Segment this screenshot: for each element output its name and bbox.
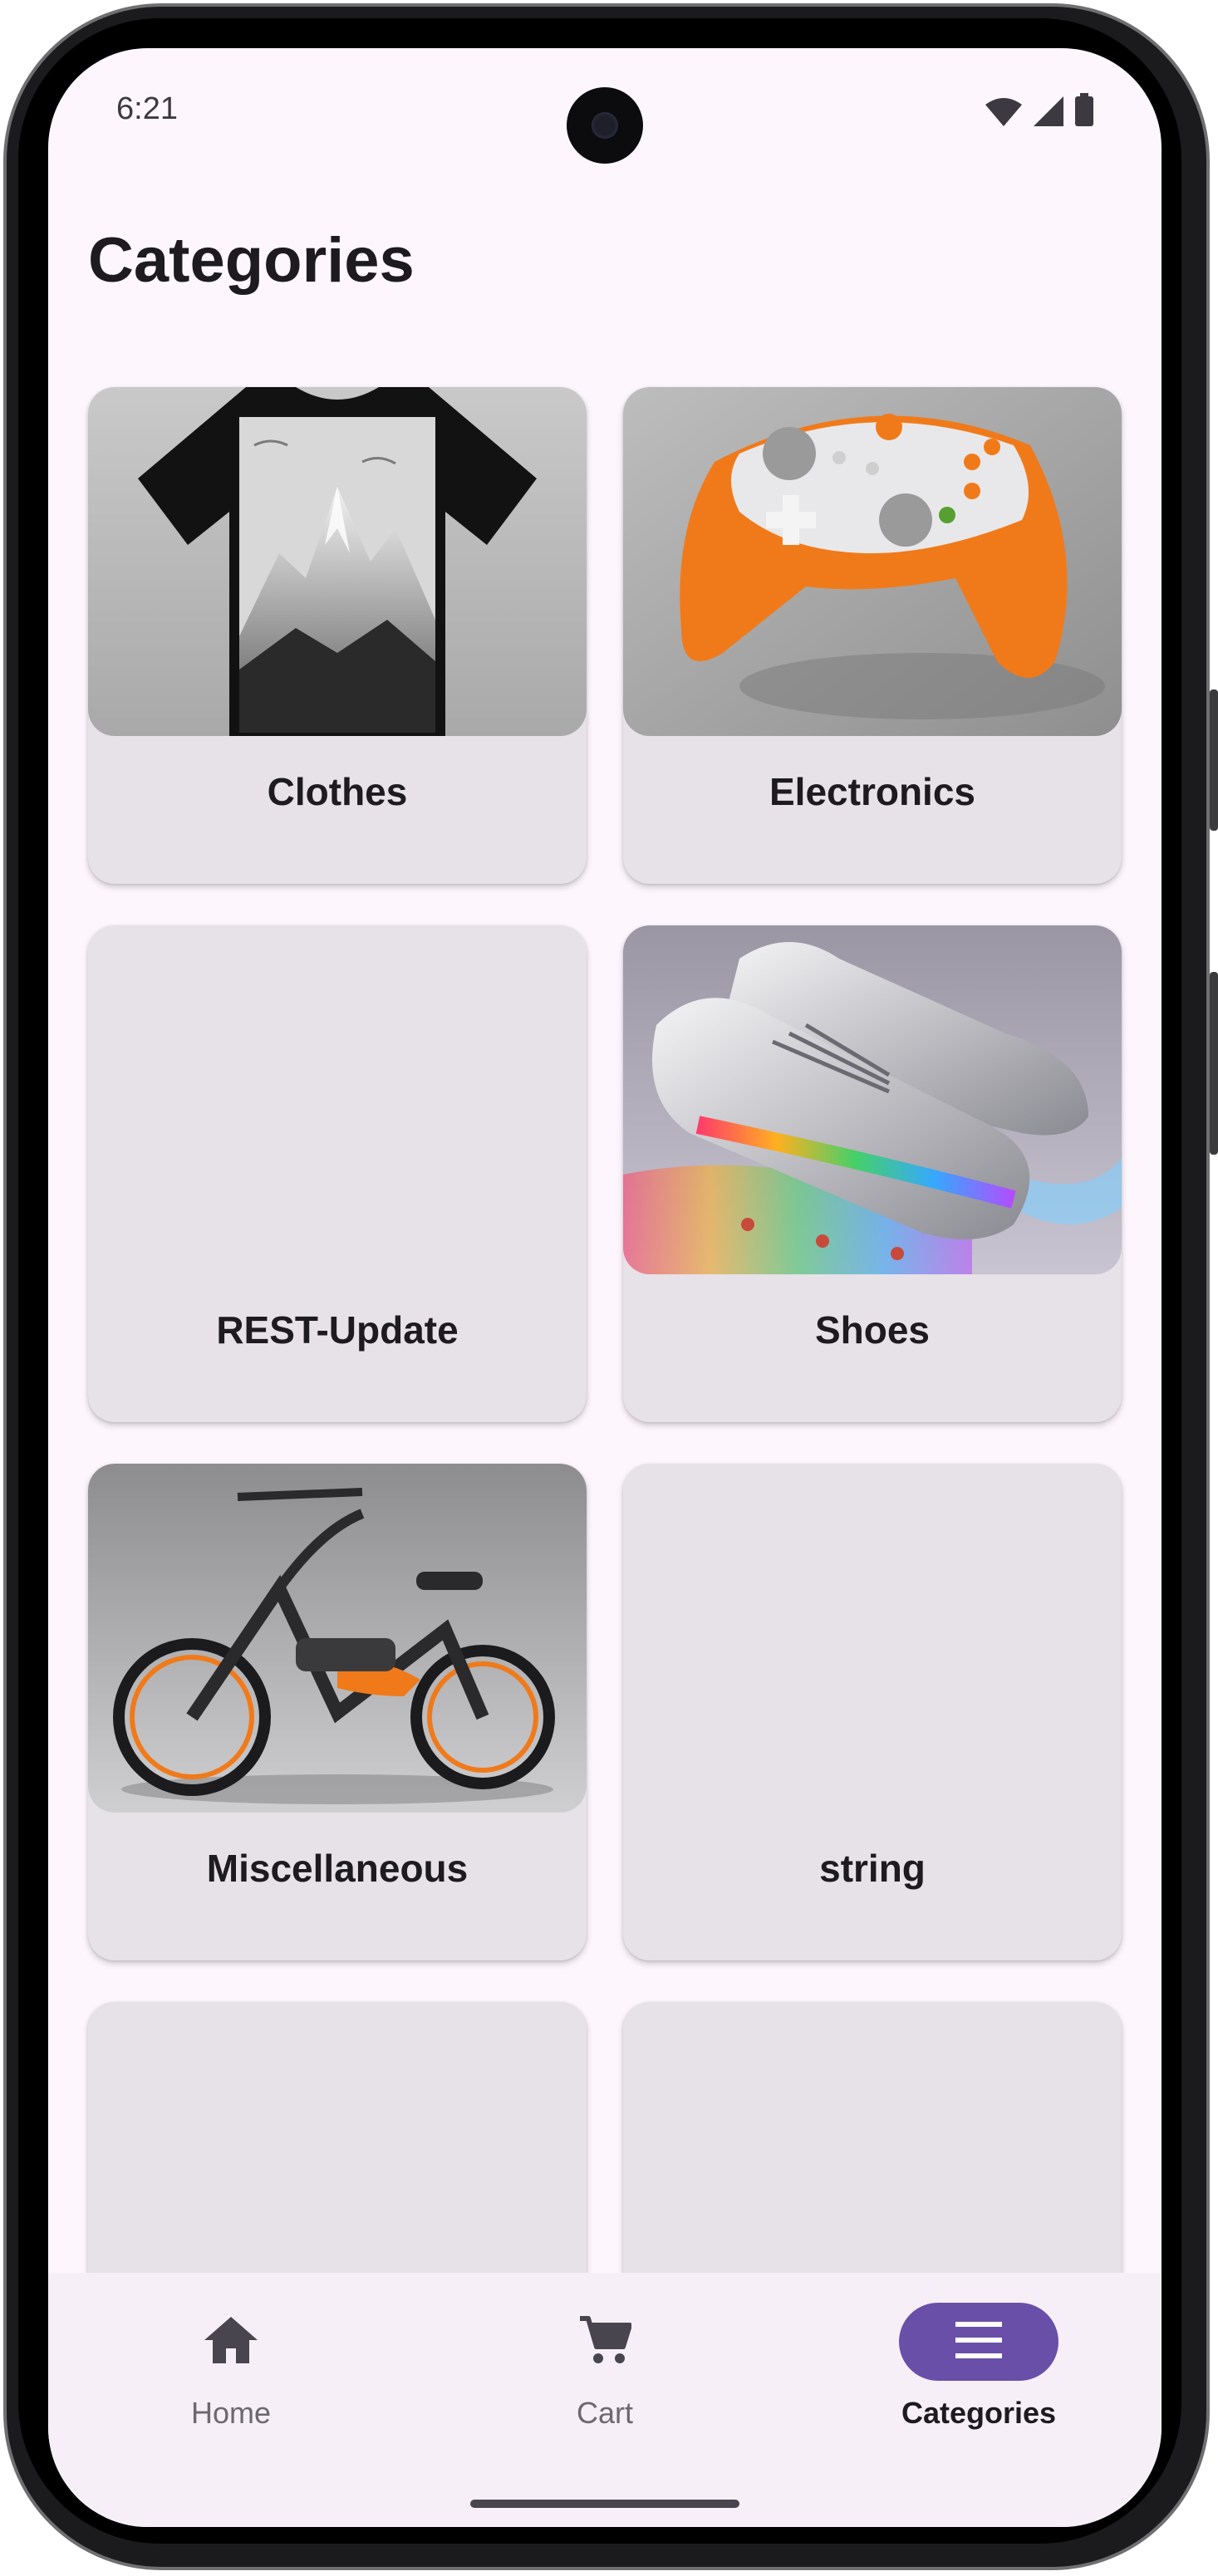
nav-icon-container (525, 2303, 685, 2381)
category-label: string (819, 1847, 926, 1890)
category-card-string[interactable]: string (623, 1464, 1122, 1960)
electric-bike-image (88, 1464, 587, 1813)
power-button (1210, 689, 1218, 831)
mountain-tshirt-image (88, 387, 587, 736)
nav-item-cart[interactable]: Cart (480, 2273, 729, 2472)
signal-icon (1034, 96, 1063, 130)
volume-button (1210, 972, 1218, 1155)
nav-icon-container (151, 2303, 311, 2381)
category-card-electronics[interactable]: Electronics (623, 387, 1122, 884)
bottom-navigation-bar: Home Cart Categories (48, 2273, 1162, 2527)
cart-icon (578, 2313, 632, 2371)
category-label: Miscellaneous (206, 1847, 469, 1890)
category-card-rest-update[interactable]: REST-Update (88, 925, 587, 1422)
category-label: Electronics (769, 770, 975, 813)
category-card-shoes[interactable]: Shoes (623, 925, 1122, 1422)
phone-device: 6:21 Categories Clothes Electronics REST… (0, 0, 1218, 2576)
status-time: 6:21 (116, 91, 178, 126)
nav-icon-container-active (899, 2303, 1058, 2381)
category-label: REST-Update (216, 1308, 459, 1352)
status-bar: 6:21 (48, 48, 1162, 164)
front-camera (567, 87, 643, 164)
nav-label-cart: Cart (576, 2396, 633, 2430)
app-screen: 6:21 Categories Clothes Electronics REST… (48, 48, 1162, 2527)
wifi-icon (985, 98, 1022, 130)
nav-item-home[interactable]: Home (106, 2273, 356, 2472)
category-card-miscellaneous[interactable]: Miscellaneous (88, 1464, 587, 1960)
nav-label-categories: Categories (901, 2396, 1057, 2430)
menu-icon (955, 2321, 1002, 2363)
category-label: Shoes (814, 1308, 931, 1352)
battery-icon (1075, 93, 1093, 130)
nav-label-home: Home (190, 2396, 272, 2430)
status-icons (985, 93, 1093, 130)
page-title: Categories (88, 225, 415, 296)
nav-item-categories[interactable]: Categories (854, 2273, 1103, 2472)
category-card-clothes[interactable]: Clothes (88, 387, 587, 884)
category-label: Clothes (267, 770, 408, 813)
gesture-home-indicator[interactable] (470, 2500, 739, 2508)
game-controller-image (623, 387, 1122, 736)
home-icon (204, 2316, 258, 2367)
silver-sneakers-image (623, 925, 1122, 1274)
